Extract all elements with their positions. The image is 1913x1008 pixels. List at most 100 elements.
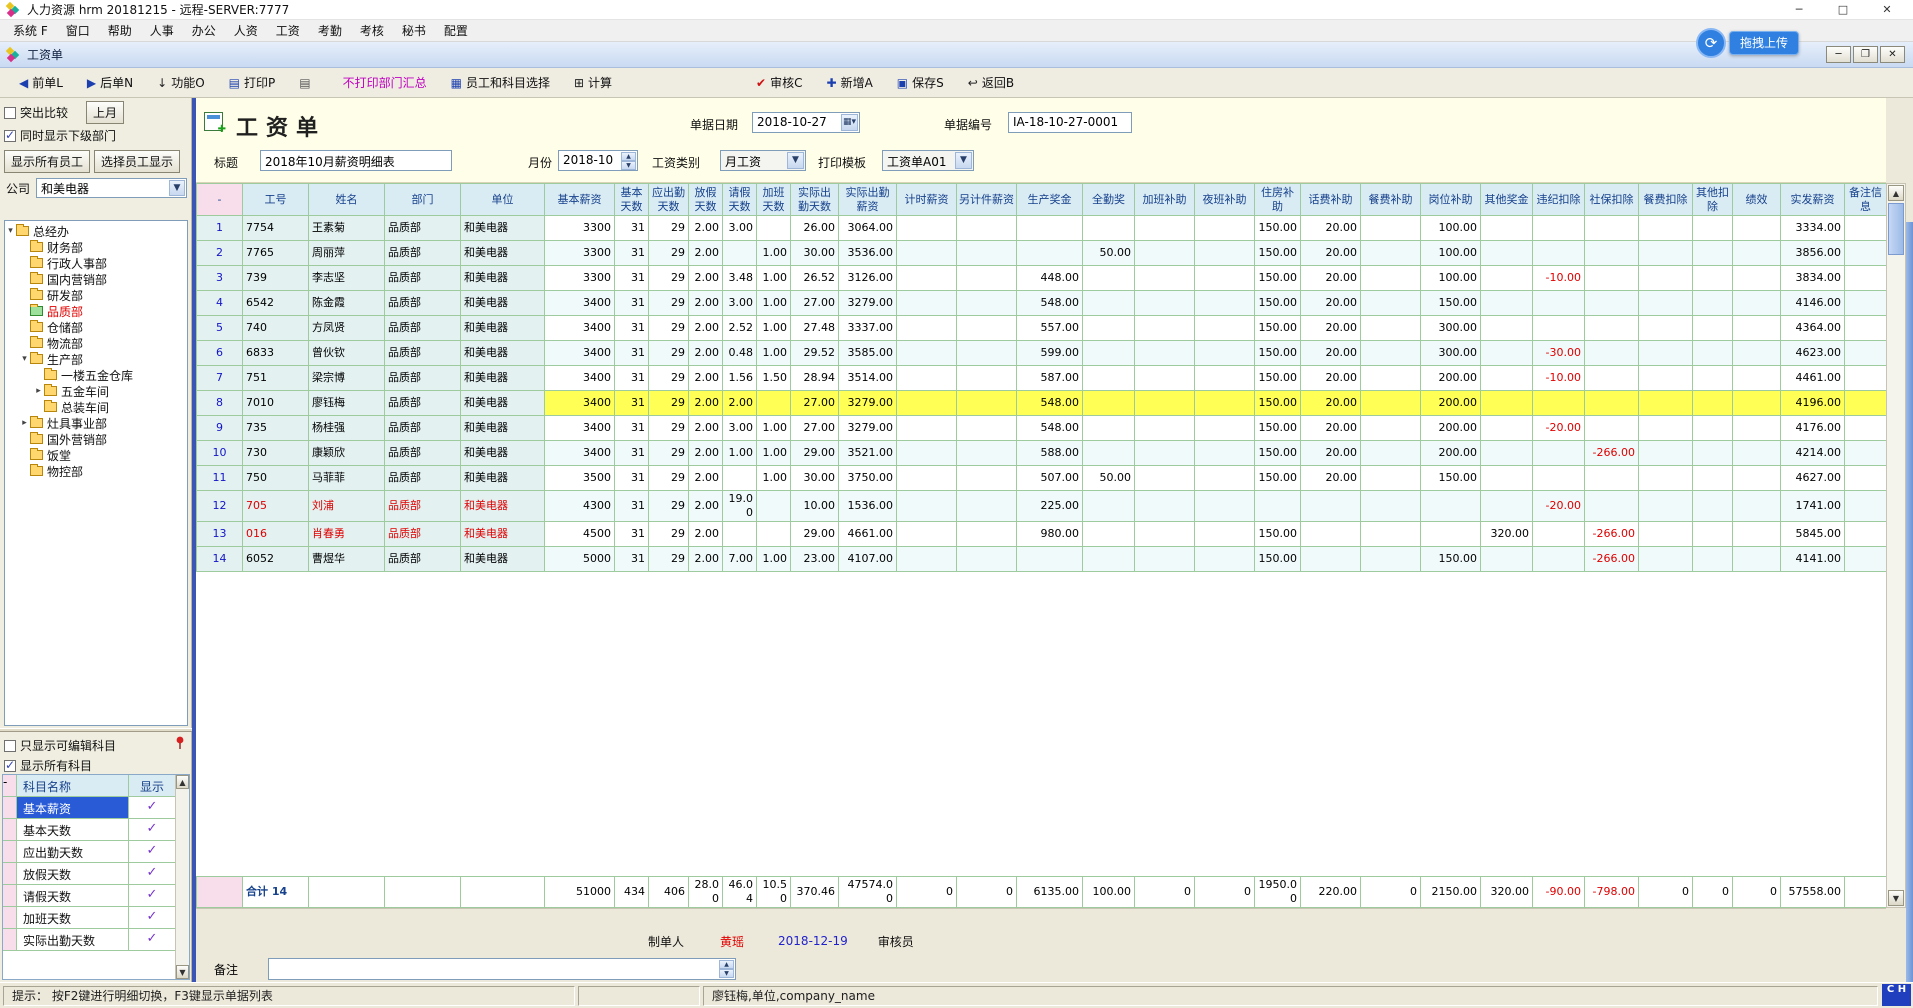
tree-item[interactable]: 饭堂: [5, 447, 187, 463]
grid-cell[interactable]: [1693, 416, 1733, 441]
grid-cell[interactable]: 4461.00: [1781, 366, 1845, 391]
grid-cell[interactable]: 150.00: [1255, 291, 1301, 316]
grid-cell[interactable]: [1733, 241, 1781, 266]
check-icon[interactable]: ✓: [129, 841, 175, 862]
grid-cell[interactable]: 3279.00: [839, 291, 897, 316]
grid-cell[interactable]: 150.00: [1421, 291, 1481, 316]
column-header[interactable]: 实际出勤薪资: [839, 184, 897, 216]
pin-icon[interactable]: [174, 736, 186, 753]
grid-cell[interactable]: [957, 216, 1017, 241]
grid-cell[interactable]: [1083, 291, 1135, 316]
grid-cell[interactable]: 3400: [545, 316, 615, 341]
grid-cell[interactable]: 705: [243, 491, 309, 522]
column-header[interactable]: 加班补助: [1135, 184, 1195, 216]
grid-cell[interactable]: 30.00: [791, 466, 839, 491]
grid-cell[interactable]: [1195, 391, 1255, 416]
note-field[interactable]: ▲▼: [268, 958, 736, 980]
grid-cell[interactable]: [1195, 266, 1255, 291]
menu-item[interactable]: 窗口: [57, 20, 99, 41]
grid-cell[interactable]: -266.00: [1585, 441, 1639, 466]
grid-cell[interactable]: 3834.00: [1781, 266, 1845, 291]
grid-cell[interactable]: [1195, 341, 1255, 366]
grid-cell[interactable]: 4196.00: [1781, 391, 1845, 416]
grid-cell[interactable]: 和美电器: [461, 521, 545, 546]
grid-cell[interactable]: [1585, 316, 1639, 341]
subject-row[interactable]: 加班天数 ✓: [3, 907, 189, 929]
grid-cell[interactable]: 10: [197, 441, 243, 466]
maximize-button[interactable]: □: [1821, 0, 1865, 20]
grid-cell[interactable]: 31: [615, 266, 649, 291]
grid-cell[interactable]: [723, 466, 757, 491]
grid-cell[interactable]: 1.00: [757, 291, 791, 316]
grid-cell[interactable]: 3279.00: [839, 416, 897, 441]
grid-cell[interactable]: 6052: [243, 546, 309, 571]
grid-cell[interactable]: [1585, 391, 1639, 416]
grid-cell[interactable]: [1639, 391, 1693, 416]
grid-cell[interactable]: 29: [649, 316, 689, 341]
grid-cell[interactable]: [1481, 416, 1533, 441]
subject-row[interactable]: 基本薪资 ✓: [3, 797, 189, 819]
grid-cell[interactable]: 5845.00: [1781, 521, 1845, 546]
grid-cell[interactable]: [1693, 341, 1733, 366]
grid-cell[interactable]: [1361, 341, 1421, 366]
grid-cell[interactable]: 和美电器: [461, 291, 545, 316]
grid-cell[interactable]: [1017, 216, 1083, 241]
grid-cell[interactable]: 31: [615, 216, 649, 241]
grid-cell[interactable]: 和美电器: [461, 266, 545, 291]
grid-cell[interactable]: 2.00: [689, 416, 723, 441]
grid-cell[interactable]: 735: [243, 416, 309, 441]
grid-cell[interactable]: [1481, 491, 1533, 522]
grid-cell[interactable]: 31: [615, 241, 649, 266]
grid-cell[interactable]: 31: [615, 291, 649, 316]
grid-cell[interactable]: 100.00: [1421, 216, 1481, 241]
grid-cell[interactable]: [1135, 366, 1195, 391]
grid-cell[interactable]: 2.00: [689, 466, 723, 491]
grid-cell[interactable]: 557.00: [1017, 316, 1083, 341]
select-employees-button[interactable]: 选择员工显示: [94, 150, 180, 173]
grid-cell[interactable]: 150.00: [1255, 316, 1301, 341]
check-icon[interactable]: ✓: [129, 819, 175, 840]
column-header[interactable]: 计时薪资: [897, 184, 957, 216]
grid-cell[interactable]: -266.00: [1585, 546, 1639, 571]
close-button[interactable]: ✕: [1865, 0, 1909, 20]
grid-cell[interactable]: [957, 441, 1017, 466]
toolbar-button[interactable]: ◀ 前单L: [10, 70, 72, 95]
caption-field[interactable]: 2018年10月薪资明细表: [260, 150, 452, 171]
column-header[interactable]: 工号: [243, 184, 309, 216]
grid-cell[interactable]: 548.00: [1017, 291, 1083, 316]
grid-cell[interactable]: [1361, 291, 1421, 316]
grid-cell[interactable]: [1083, 216, 1135, 241]
column-header[interactable]: 请假天数: [723, 184, 757, 216]
grid-cell[interactable]: 4500: [545, 521, 615, 546]
grid-cell[interactable]: [1639, 216, 1693, 241]
company-dropdown[interactable]: 和美电器 ▼: [36, 178, 187, 198]
grid-cell[interactable]: [1585, 366, 1639, 391]
column-header[interactable]: 其他扣除: [1693, 184, 1733, 216]
grid-cell[interactable]: [1845, 291, 1887, 316]
grid-cell[interactable]: [1693, 291, 1733, 316]
grid-cell[interactable]: 品质部: [385, 521, 461, 546]
grid-cell[interactable]: 1.00: [757, 441, 791, 466]
subject-name[interactable]: 基本天数: [17, 819, 129, 840]
grid-cell[interactable]: [1733, 466, 1781, 491]
grid-cell[interactable]: [1733, 491, 1781, 522]
grid-cell[interactable]: 廖钰梅: [309, 391, 385, 416]
grid-cell[interactable]: 150.00: [1255, 241, 1301, 266]
grid-cell[interactable]: 1: [197, 216, 243, 241]
highlight-compare-checkbox[interactable]: [4, 107, 16, 119]
grid-cell[interactable]: [1421, 491, 1481, 522]
grid-cell[interactable]: 588.00: [1017, 441, 1083, 466]
grid-cell[interactable]: 3.00: [723, 216, 757, 241]
subject-list-scrollbar[interactable]: ▲ ▼: [175, 775, 189, 979]
subject-row-selector[interactable]: [3, 841, 17, 862]
grid-cell[interactable]: 4364.00: [1781, 316, 1845, 341]
grid-cell[interactable]: [1585, 466, 1639, 491]
grid-cell[interactable]: [1585, 291, 1639, 316]
column-header[interactable]: 夜班补助: [1195, 184, 1255, 216]
grid-cell[interactable]: 5: [197, 316, 243, 341]
grid-cell[interactable]: 200.00: [1421, 416, 1481, 441]
grid-cell[interactable]: [757, 521, 791, 546]
grid-cell[interactable]: 150.00: [1255, 391, 1301, 416]
grid-cell[interactable]: [1639, 316, 1693, 341]
grid-cell[interactable]: 27.48: [791, 316, 839, 341]
